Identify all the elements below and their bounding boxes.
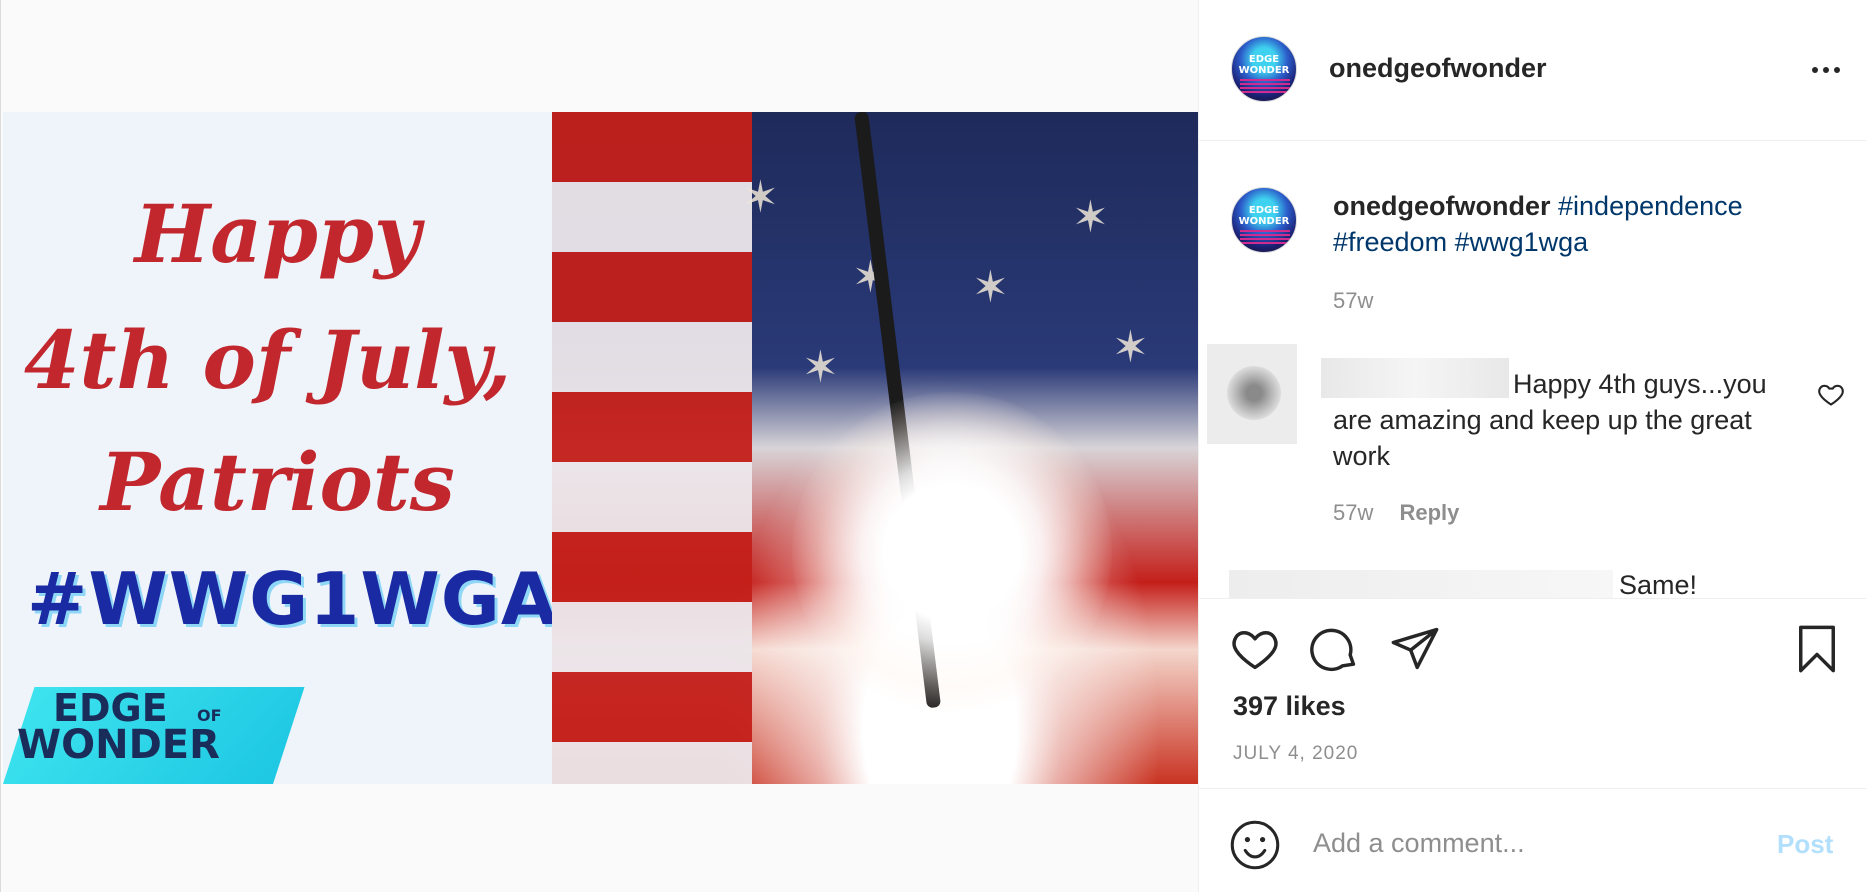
flag-star-icon: ✶ bbox=[742, 172, 779, 223]
partial-comment-text: Same! bbox=[1619, 570, 1698, 598]
greeting-line-3: Patriots bbox=[100, 435, 455, 529]
flag-star-icon: ✶ bbox=[1072, 192, 1109, 243]
caption: onedgeofwonder #independence #freedom #w… bbox=[1333, 188, 1813, 260]
caption-timestamp[interactable]: 57w bbox=[1333, 288, 1373, 314]
post-actions: 397 likes JULY 4, 2020 bbox=[1199, 598, 1866, 788]
reply-button[interactable]: Reply bbox=[1399, 500, 1459, 525]
comment-meta: 57w Reply bbox=[1333, 500, 1459, 526]
partial-comment: Same! bbox=[1229, 570, 1859, 598]
post-header: EDGE WONDER onedgeofwonder bbox=[1199, 0, 1866, 141]
post-image[interactable]: Happy 4th of July, Patriots #WWG1WGA EDG… bbox=[3, 112, 1199, 784]
image-hashtag: #WWG1WGA bbox=[27, 557, 558, 641]
avatar[interactable]: EDGE WONDER bbox=[1231, 36, 1297, 102]
comment-text: Happy 4th guys...you are amazing and kee… bbox=[1333, 369, 1767, 471]
greeting-line-1: Happy bbox=[134, 187, 421, 281]
more-options-button[interactable] bbox=[1804, 52, 1848, 88]
header-username[interactable]: onedgeofwonder bbox=[1329, 53, 1547, 84]
comment-input[interactable] bbox=[1313, 815, 1753, 871]
hashtag-link[interactable]: #freedom bbox=[1333, 227, 1447, 257]
flag-star-icon: ✶ bbox=[972, 262, 1009, 313]
comment-icon[interactable] bbox=[1309, 623, 1361, 675]
caption-username[interactable]: onedgeofwonder bbox=[1333, 191, 1551, 221]
post-side-panel: EDGE WONDER onedgeofwonder EDGE WONDER o… bbox=[1198, 0, 1866, 892]
post-date[interactable]: JULY 4, 2020 bbox=[1233, 743, 1358, 765]
greeting-line-2: 4th of July, bbox=[23, 313, 512, 407]
hashtag-link[interactable]: #independence bbox=[1558, 191, 1743, 221]
likes-count[interactable]: 397 likes bbox=[1233, 691, 1346, 722]
flag-stripes bbox=[552, 112, 752, 784]
comment-timestamp[interactable]: 57w bbox=[1333, 500, 1373, 525]
media-area: Happy 4th of July, Patriots #WWG1WGA EDG… bbox=[0, 0, 1199, 892]
flag-star-icon: ✶ bbox=[802, 342, 839, 393]
add-comment-bar: Post bbox=[1199, 788, 1866, 892]
greeting-panel: Happy 4th of July, Patriots #WWG1WGA EDG… bbox=[3, 112, 557, 784]
heart-icon[interactable] bbox=[1229, 623, 1281, 675]
smiley-icon[interactable] bbox=[1229, 819, 1281, 871]
paper-plane-icon[interactable] bbox=[1389, 623, 1441, 675]
instagram-post-page: Happy 4th of July, Patriots #WWG1WGA EDG… bbox=[0, 0, 1866, 892]
flag-star-icon: ✶ bbox=[1112, 322, 1149, 373]
commenter-username-redacted[interactable] bbox=[1229, 570, 1613, 598]
flag-sparkler-photo: ✶ ✶ ✶ ✶ ✶ ✶ bbox=[552, 112, 1199, 784]
comments-list[interactable]: EDGE WONDER onedgeofwonder #independence… bbox=[1199, 142, 1866, 598]
more-horizontal-icon bbox=[1812, 67, 1818, 73]
post-button[interactable]: Post bbox=[1777, 829, 1833, 860]
hashtag-link[interactable]: #wwg1wga bbox=[1455, 227, 1589, 257]
bookmark-icon[interactable] bbox=[1791, 623, 1843, 675]
logo-line-2: WONDER bbox=[17, 722, 220, 768]
commenter-avatar[interactable] bbox=[1207, 344, 1297, 444]
caption-avatar[interactable]: EDGE WONDER bbox=[1231, 187, 1297, 253]
sparkler-glow bbox=[792, 392, 1112, 712]
comment-heart-icon[interactable] bbox=[1817, 380, 1845, 408]
